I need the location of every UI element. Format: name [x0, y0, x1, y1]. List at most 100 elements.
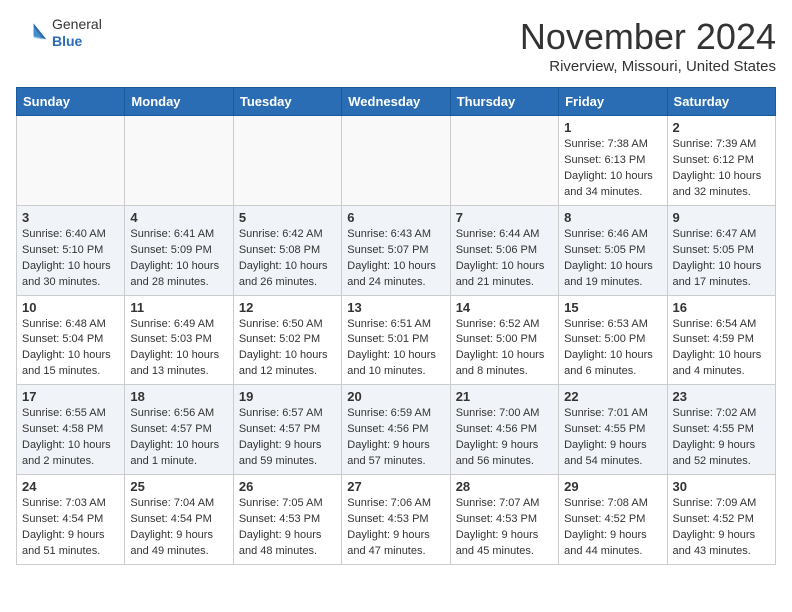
day-number: 24 — [22, 479, 119, 494]
calendar-cell: 12 Sunrise: 6:50 AM Sunset: 5:02 PM Dayli… — [233, 295, 341, 385]
page-header: General Blue November 2024 Riverview, Mi… — [16, 16, 776, 75]
day-number: 30 — [673, 479, 770, 494]
day-number: 28 — [456, 479, 553, 494]
logo-blue: Blue — [52, 33, 102, 50]
calendar-cell: 17Sunrise: 6:55 AM Sunset: 4:58 PM Dayli… — [17, 385, 125, 475]
day-info: Sunrise: 6:47 AM Sunset: 5:05 PM Dayligh… — [673, 227, 770, 291]
calendar-week-row: 10 Sunrise: 6:48 AM Sunset: 5:04 PM Dayli… — [17, 295, 776, 385]
day-number: 5 — [239, 210, 336, 225]
calendar-header-row: SundayMondayTuesdayWednesdayThursdayFrid… — [17, 88, 776, 116]
logo-icon — [16, 17, 48, 49]
day-info: Sunrise: 6:56 AM Sunset: 4:57 PM Dayligh… — [130, 406, 227, 470]
calendar-cell: 30 Sunrise: 7:09 AM Sunset: 4:52 PM Dayli… — [667, 475, 775, 565]
month-title: November 2024 — [520, 16, 776, 58]
day-number: 27 — [347, 479, 444, 494]
calendar-cell: 2 Sunrise: 7:39 AM Sunset: 6:12 PM Daylig… — [667, 116, 775, 206]
day-number: 13 — [347, 300, 444, 315]
column-header-sunday: Sunday — [17, 88, 125, 116]
day-number: 2 — [673, 120, 770, 135]
day-info: Sunrise: 6:40 AM Sunset: 5:10 PM Dayligh… — [22, 227, 119, 291]
day-number: 23 — [673, 389, 770, 404]
calendar-cell: 16 Sunrise: 6:54 AM Sunset: 4:59 PM Dayli… — [667, 295, 775, 385]
day-number: 22 — [564, 389, 661, 404]
day-number: 16 — [673, 300, 770, 315]
day-info: Sunrise: 7:06 AM Sunset: 4:53 PM Dayligh… — [347, 496, 444, 560]
day-info: Sunrise: 6:43 AM Sunset: 5:07 PM Dayligh… — [347, 227, 444, 291]
day-number: 7 — [456, 210, 553, 225]
day-info: Sunrise: 7:03 AM Sunset: 4:54 PM Dayligh… — [22, 496, 119, 560]
day-info: Sunrise: 6:52 AM Sunset: 5:00 PM Dayligh… — [456, 317, 553, 381]
day-number: 19 — [239, 389, 336, 404]
calendar-cell: 7Sunrise: 6:44 AM Sunset: 5:06 PM Daylig… — [450, 205, 558, 295]
day-info: Sunrise: 7:05 AM Sunset: 4:53 PM Dayligh… — [239, 496, 336, 560]
calendar-cell: 27 Sunrise: 7:06 AM Sunset: 4:53 PM Dayli… — [342, 475, 450, 565]
calendar-cell: 24 Sunrise: 7:03 AM Sunset: 4:54 PM Dayli… — [17, 475, 125, 565]
calendar-cell — [233, 116, 341, 206]
day-info: Sunrise: 6:54 AM Sunset: 4:59 PM Dayligh… — [673, 317, 770, 381]
calendar-cell: 23 Sunrise: 7:02 AM Sunset: 4:55 PM Dayli… — [667, 385, 775, 475]
day-info: Sunrise: 7:08 AM Sunset: 4:52 PM Dayligh… — [564, 496, 661, 560]
logo-general: General — [52, 16, 102, 33]
day-info: Sunrise: 7:39 AM Sunset: 6:12 PM Dayligh… — [673, 137, 770, 201]
day-info: Sunrise: 6:46 AM Sunset: 5:05 PM Dayligh… — [564, 227, 661, 291]
day-info: Sunrise: 6:57 AM Sunset: 4:57 PM Dayligh… — [239, 406, 336, 470]
calendar-week-row: 17Sunrise: 6:55 AM Sunset: 4:58 PM Dayli… — [17, 385, 776, 475]
calendar-cell: 4 Sunrise: 6:41 AM Sunset: 5:09 PM Daylig… — [125, 205, 233, 295]
calendar-week-row: 3 Sunrise: 6:40 AM Sunset: 5:10 PM Daylig… — [17, 205, 776, 295]
day-info: Sunrise: 6:42 AM Sunset: 5:08 PM Dayligh… — [239, 227, 336, 291]
calendar-cell: 25 Sunrise: 7:04 AM Sunset: 4:54 PM Dayli… — [125, 475, 233, 565]
calendar-cell — [125, 116, 233, 206]
day-info: Sunrise: 6:50 AM Sunset: 5:02 PM Dayligh… — [239, 317, 336, 381]
title-block: November 2024 Riverview, Missouri, Unite… — [520, 16, 776, 75]
day-info: Sunrise: 6:41 AM Sunset: 5:09 PM Dayligh… — [130, 227, 227, 291]
calendar-cell — [342, 116, 450, 206]
day-number: 21 — [456, 389, 553, 404]
calendar-cell: 1 Sunrise: 7:38 AM Sunset: 6:13 PM Daylig… — [559, 116, 667, 206]
column-header-tuesday: Tuesday — [233, 88, 341, 116]
day-info: Sunrise: 6:59 AM Sunset: 4:56 PM Dayligh… — [347, 406, 444, 470]
logo-text: General Blue — [52, 16, 102, 50]
day-number: 29 — [564, 479, 661, 494]
day-info: Sunrise: 7:09 AM Sunset: 4:52 PM Dayligh… — [673, 496, 770, 560]
calendar-cell: 29 Sunrise: 7:08 AM Sunset: 4:52 PM Dayli… — [559, 475, 667, 565]
day-number: 1 — [564, 120, 661, 135]
day-info: Sunrise: 6:48 AM Sunset: 5:04 PM Dayligh… — [22, 317, 119, 381]
calendar-cell: 26 Sunrise: 7:05 AM Sunset: 4:53 PM Dayli… — [233, 475, 341, 565]
day-number: 11 — [130, 300, 227, 315]
calendar-cell — [17, 116, 125, 206]
calendar-cell: 11 Sunrise: 6:49 AM Sunset: 5:03 PM Dayli… — [125, 295, 233, 385]
calendar-cell: 15Sunrise: 6:53 AM Sunset: 5:00 PM Dayli… — [559, 295, 667, 385]
day-number: 15 — [564, 300, 661, 315]
day-number: 12 — [239, 300, 336, 315]
calendar-cell: 20Sunrise: 6:59 AM Sunset: 4:56 PM Dayli… — [342, 385, 450, 475]
calendar-cell: 28 Sunrise: 7:07 AM Sunset: 4:53 PM Dayli… — [450, 475, 558, 565]
calendar-cell: 10 Sunrise: 6:48 AM Sunset: 5:04 PM Dayli… — [17, 295, 125, 385]
day-number: 26 — [239, 479, 336, 494]
column-header-friday: Friday — [559, 88, 667, 116]
day-info: Sunrise: 7:04 AM Sunset: 4:54 PM Dayligh… — [130, 496, 227, 560]
calendar-cell: 9Sunrise: 6:47 AM Sunset: 5:05 PM Daylig… — [667, 205, 775, 295]
day-number: 18 — [130, 389, 227, 404]
calendar-cell: 22Sunrise: 7:01 AM Sunset: 4:55 PM Dayli… — [559, 385, 667, 475]
calendar-week-row: 1 Sunrise: 7:38 AM Sunset: 6:13 PM Daylig… — [17, 116, 776, 206]
calendar-cell: 18 Sunrise: 6:56 AM Sunset: 4:57 PM Dayli… — [125, 385, 233, 475]
day-info: Sunrise: 6:49 AM Sunset: 5:03 PM Dayligh… — [130, 317, 227, 381]
day-info: Sunrise: 7:00 AM Sunset: 4:56 PM Dayligh… — [456, 406, 553, 470]
column-header-saturday: Saturday — [667, 88, 775, 116]
calendar-cell: 3 Sunrise: 6:40 AM Sunset: 5:10 PM Daylig… — [17, 205, 125, 295]
calendar-cell: 21 Sunrise: 7:00 AM Sunset: 4:56 PM Dayli… — [450, 385, 558, 475]
calendar-cell: 5 Sunrise: 6:42 AM Sunset: 5:08 PM Daylig… — [233, 205, 341, 295]
day-info: Sunrise: 6:51 AM Sunset: 5:01 PM Dayligh… — [347, 317, 444, 381]
calendar-table: SundayMondayTuesdayWednesdayThursdayFrid… — [16, 87, 776, 565]
calendar-cell: 13 Sunrise: 6:51 AM Sunset: 5:01 PM Dayli… — [342, 295, 450, 385]
day-info: Sunrise: 7:02 AM Sunset: 4:55 PM Dayligh… — [673, 406, 770, 470]
day-number: 10 — [22, 300, 119, 315]
day-info: Sunrise: 7:38 AM Sunset: 6:13 PM Dayligh… — [564, 137, 661, 201]
column-header-thursday: Thursday — [450, 88, 558, 116]
day-number: 4 — [130, 210, 227, 225]
day-number: 25 — [130, 479, 227, 494]
day-info: Sunrise: 7:07 AM Sunset: 4:53 PM Dayligh… — [456, 496, 553, 560]
day-number: 3 — [22, 210, 119, 225]
calendar-cell — [450, 116, 558, 206]
day-number: 6 — [347, 210, 444, 225]
